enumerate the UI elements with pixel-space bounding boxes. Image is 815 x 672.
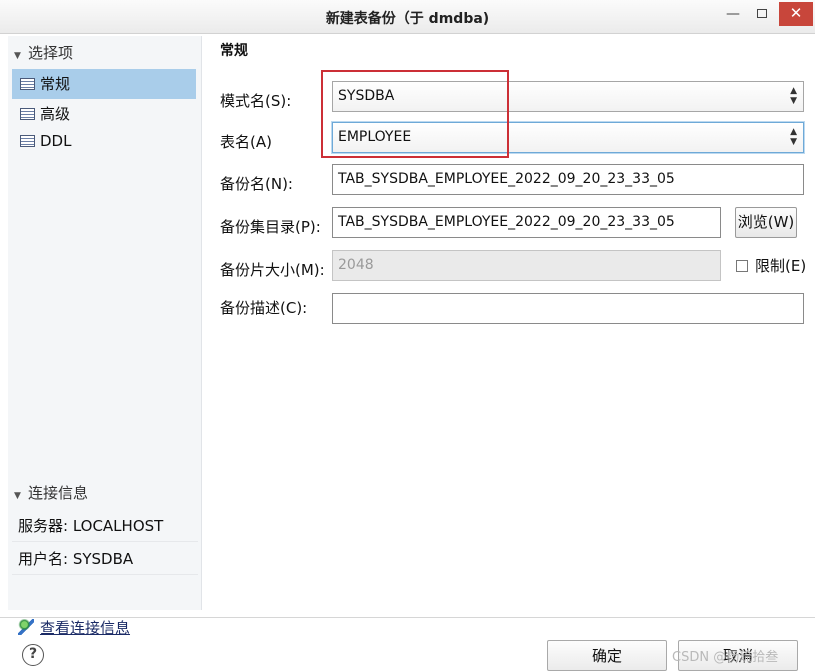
backup-dir-label: 备份集目录(P): — [220, 218, 321, 236]
connection-section-title: 连接信息 — [28, 484, 89, 502]
form-icon — [20, 78, 35, 90]
sidebar: ▼ 选择项 常规 高级 DDL ▼ 连接信息 服务器: LOCALHOST 用户名:… — [8, 36, 202, 637]
collapse-triangle-icon: ▼ — [14, 491, 21, 501]
group-title: 常规 — [220, 43, 248, 59]
main-panel: 常规 模式名(S): SYSDBA ▲ ▼ 表名(A) EMPLOYEE ▲ ▼ 备… — [210, 36, 815, 616]
ok-button[interactable]: 确定 — [547, 640, 667, 671]
sidebar-section-connection[interactable]: ▼ 连接信息 — [12, 480, 198, 506]
server-info: 服务器: LOCALHOST — [12, 510, 198, 542]
schema-label: 模式名(S): — [220, 92, 292, 110]
sidebar-item-ddl[interactable]: DDL — [12, 126, 196, 156]
view-connection-row: 查看连接信息 — [12, 614, 198, 642]
user-info: 用户名: SYSDBA — [12, 543, 198, 575]
help-icon[interactable]: ? — [22, 644, 44, 666]
view-connection-link[interactable]: 查看连接信息 — [40, 619, 130, 637]
title-bar: 新建表备份（于 dmdba) — ✕ — [0, 0, 815, 34]
description-label: 备份描述(C): — [220, 299, 308, 317]
limit-checkbox[interactable] — [736, 260, 748, 272]
sidebar-section-title: 选择项 — [28, 44, 74, 62]
piece-size-label: 备份片大小(M): — [220, 261, 325, 279]
footer-divider — [0, 617, 815, 618]
close-button[interactable]: ✕ — [779, 2, 813, 26]
annotation-highlight-box — [321, 70, 509, 158]
backup-name-label: 备份名(N): — [220, 175, 293, 193]
sidebar-section-options[interactable]: ▼ 选择项 — [12, 40, 198, 66]
spinner-arrows-icon: ▲ ▼ — [790, 127, 797, 147]
sidebar-item-label: 常规 — [40, 75, 71, 93]
maximize-icon — [757, 9, 767, 18]
sidebar-item-general[interactable]: 常规 — [12, 69, 196, 99]
sidebar-item-label: 高级 — [40, 105, 71, 123]
collapse-triangle-icon: ▼ — [14, 51, 21, 61]
backup-dir-input[interactable]: TAB_SYSDBA_EMPLOYEE_2022_09_20_23_33_05 — [332, 207, 721, 238]
piece-size-input: 2048 — [332, 250, 721, 281]
limit-label: 限制(E) — [755, 257, 807, 275]
backup-name-input[interactable]: TAB_SYSDBA_EMPLOYEE_2022_09_20_23_33_05 — [332, 164, 804, 195]
table-label: 表名(A) — [220, 133, 272, 151]
description-input[interactable] — [332, 293, 804, 324]
sidebar-item-advanced[interactable]: 高级 — [12, 99, 196, 129]
watermark: CSDN @杨琉拾叁 — [672, 650, 779, 665]
limit-checkbox-row[interactable]: 限制(E) — [736, 257, 806, 275]
maximize-button[interactable] — [749, 4, 775, 26]
minimize-button[interactable]: — — [720, 4, 746, 26]
form-icon — [20, 108, 35, 120]
window-title: 新建表备份（于 dmdba) — [325, 11, 490, 27]
form-icon — [20, 135, 35, 147]
sidebar-item-label: DDL — [40, 132, 72, 150]
connection-icon — [18, 619, 34, 635]
browse-button[interactable]: 浏览(W) — [735, 207, 797, 238]
spinner-arrows-icon: ▲ ▼ — [790, 86, 797, 106]
